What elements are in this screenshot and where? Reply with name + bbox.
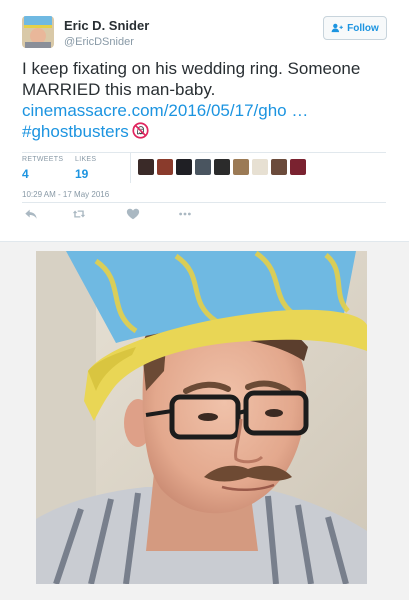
liker-avatar[interactable] <box>290 159 306 175</box>
actions-divider <box>22 202 386 203</box>
display-name[interactable]: Eric D. Snider <box>64 18 149 34</box>
heart-icon <box>126 208 140 220</box>
likes-count[interactable]: 19 <box>75 167 96 181</box>
tweet-photo[interactable] <box>36 251 367 584</box>
liker-avatar[interactable] <box>252 159 268 175</box>
follow-button[interactable]: Follow <box>323 16 387 40</box>
tweet-stats: RETWEETS 4 LIKES 19 <box>22 152 386 183</box>
retweet-button[interactable] <box>72 207 88 223</box>
liker-avatar[interactable] <box>195 159 211 175</box>
tweet-actions <box>22 207 386 223</box>
like-button[interactable] <box>126 207 142 223</box>
user-handle[interactable]: @EricDSnider <box>64 35 149 49</box>
add-person-icon <box>331 23 343 33</box>
selfie-image <box>36 251 367 584</box>
likes-stat[interactable]: LIKES 19 <box>75 155 96 181</box>
avatar[interactable] <box>22 16 54 48</box>
liker-avatar[interactable] <box>138 159 154 175</box>
likes-label: LIKES <box>75 156 97 163</box>
tweet-link[interactable]: cinemassacre.com/2016/05/17/gho … <box>22 100 392 121</box>
liker-avatar[interactable] <box>233 159 249 175</box>
tweet-header: Eric D. Snider @EricDSnider Follow <box>22 16 387 50</box>
reply-icon <box>25 209 37 219</box>
reply-button[interactable] <box>24 207 40 223</box>
liker-avatars <box>138 159 306 175</box>
retweet-icon <box>72 210 86 218</box>
follow-button-label: Follow <box>347 22 379 34</box>
retweets-label: RETWEETS <box>22 156 64 163</box>
liker-avatar[interactable] <box>176 159 192 175</box>
liker-avatar[interactable] <box>157 159 173 175</box>
author-names[interactable]: Eric D. Snider @EricDSnider <box>64 18 149 49</box>
timestamp[interactable]: 10:29 AM - 17 May 2016 <box>22 190 386 199</box>
liker-avatar[interactable] <box>214 159 230 175</box>
tweet-card: Eric D. Snider @EricDSnider Follow I kee… <box>0 0 409 242</box>
retweet-stat[interactable]: RETWEETS 4 <box>22 155 63 181</box>
stats-divider <box>130 153 131 183</box>
more-button[interactable] <box>178 207 194 223</box>
hashtag-link[interactable]: #ghostbusters <box>22 122 129 141</box>
liker-avatar[interactable] <box>271 159 287 175</box>
tweet-body: I keep fixating on his wedding ring. Som… <box>22 59 361 99</box>
no-ghost-emoji <box>132 122 149 139</box>
more-dots-icon <box>179 212 191 216</box>
tweet-text: I keep fixating on his wedding ring. Som… <box>22 58 392 142</box>
retweets-count[interactable]: 4 <box>22 167 63 181</box>
